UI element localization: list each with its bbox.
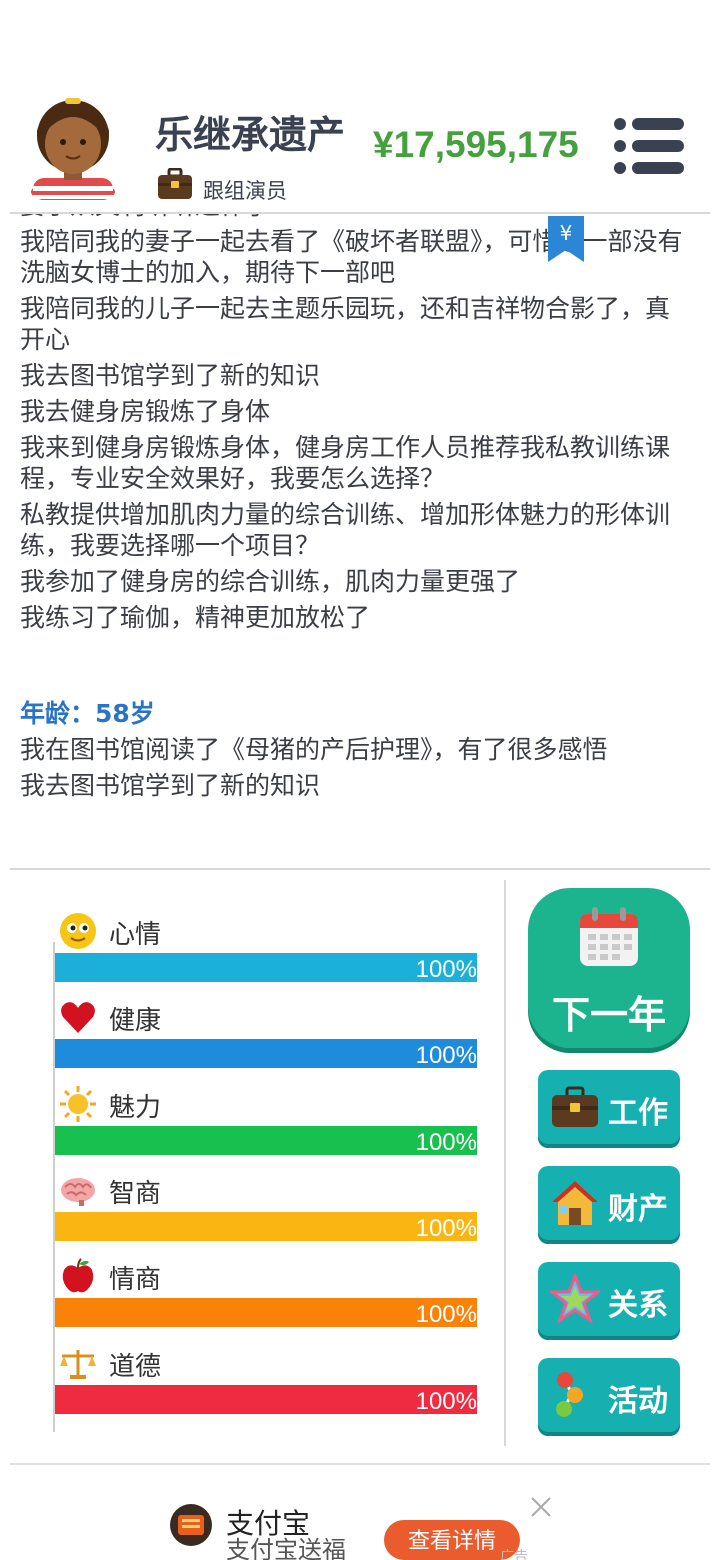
ad-subtitle: 支付宝送福 — [226, 1536, 346, 1560]
yen-bookmark-label: ¥ — [560, 221, 573, 245]
hamburger-icon — [614, 118, 684, 174]
property-label: 财产 — [608, 1192, 668, 1227]
stat-label: 道德 — [109, 1352, 162, 1382]
stat-charm: 魅力 100% — [55, 1085, 477, 1171]
log-line: 我去图书馆学到了新的知识 — [20, 361, 321, 390]
stat-label: 魅力 — [109, 1093, 162, 1123]
activity-button[interactable]: 活动 — [538, 1358, 680, 1432]
stat-bar-fill — [55, 1298, 477, 1327]
stat-percent: 100% — [415, 1042, 477, 1069]
ad-banner[interactable]: 支付宝 支付宝送福 查看详情 广告 — [0, 1466, 720, 1560]
sun-icon — [59, 1085, 97, 1123]
age-heading: 年龄：58岁 — [20, 699, 155, 728]
stat-label: 心情 — [109, 920, 162, 950]
relations-label: 关系 — [608, 1288, 668, 1323]
scale-icon — [59, 1344, 97, 1382]
log-line: 我在图书馆阅读了《母猪的产后护理》，有了很多感悟 — [20, 735, 608, 764]
log-line: 我来到健身房锻炼身体，健身房工作人员推荐我私教训练课程，专业安全效果好，我要怎么… — [20, 433, 671, 493]
money-balance: ¥17,595,175 — [373, 124, 579, 165]
vertical-divider — [504, 880, 506, 1446]
header-divider — [10, 212, 710, 214]
heart-icon — [59, 998, 97, 1036]
log-line: 我陪同我的儿子一起去主题乐园玩，还和吉祥物合影了，真开心 — [20, 294, 671, 354]
stat-bar-fill — [55, 1126, 477, 1155]
activity-label: 活动 — [608, 1384, 668, 1419]
log-line: 我去健身房锻炼了身体 — [20, 397, 271, 426]
close-icon[interactable] — [528, 1494, 554, 1520]
menu-button[interactable] — [612, 116, 686, 176]
player-name: 乐继承遗产 — [155, 113, 346, 157]
yen-bookmark-icon: ¥ — [548, 216, 584, 262]
next-year-button[interactable]: 下一年 — [528, 888, 690, 1048]
stat-percent: 100% — [415, 1129, 477, 1156]
stat-bar-fill — [55, 1212, 477, 1241]
stat-percent: 100% — [415, 956, 477, 983]
next-year-label: 下一年 — [551, 993, 666, 1037]
stat-label: 智商 — [109, 1179, 162, 1209]
property-button[interactable]: 财产 — [538, 1166, 680, 1240]
relations-button[interactable]: 关系 — [538, 1262, 680, 1336]
stat-percent: 100% — [415, 1388, 477, 1415]
stat-percent: 100% — [415, 1215, 477, 1242]
stat-label: 健康 — [109, 1006, 162, 1036]
briefcase-icon — [157, 167, 193, 200]
stat-iq: 智商 100% — [55, 1171, 477, 1257]
stat-percent: 100% — [415, 1301, 477, 1328]
activity-dots-icon — [550, 1370, 600, 1420]
player-header: 乐继承遗产 跟组演员 ¥17,595,175 — [0, 0, 720, 214]
log-line: 我陪同我的妻子一起去看了《破坏者联盟》，可惜这一部没有洗脑女博士的加入，期待下一… — [20, 227, 683, 287]
stat-mood: 心情 100% — [55, 912, 477, 998]
work-label: 工作 — [608, 1096, 668, 1131]
log-line: 我练习了瑜伽，精神更加放松了 — [20, 603, 371, 632]
briefcase-icon — [550, 1082, 600, 1132]
calendar-icon — [578, 906, 640, 968]
ad-logo — [170, 1504, 212, 1546]
house-icon — [550, 1178, 600, 1228]
event-log-content: 妻子从文利听听退休了 我陪同我的妻子一起去看了《破坏者联盟》，可惜这一部没有洗脑… — [20, 190, 690, 806]
stat-eq: 情商 100% — [55, 1257, 477, 1343]
ad-divider — [10, 1463, 710, 1465]
ad-tag: 广告 — [500, 1549, 528, 1560]
star-icon — [547, 1271, 603, 1324]
log-line: 我去图书馆学到了新的知识 — [20, 771, 321, 800]
stat-bar-fill — [55, 1385, 477, 1414]
log-line: 私教提供增加肌肉力量的综合训练、增加形体魅力的形体训练，我要选择哪一个项目？ — [20, 500, 671, 560]
job-label: 跟组演员 — [203, 179, 287, 203]
smiley-icon — [59, 912, 97, 950]
event-log[interactable]: 妻子从文利听听退休了 我陪同我的妻子一起去看了《破坏者联盟》，可惜这一部没有洗脑… — [0, 190, 720, 868]
brain-icon — [59, 1171, 97, 1209]
stat-health: 健康 100% — [55, 998, 477, 1084]
stat-bar-fill — [55, 953, 477, 982]
apple-icon — [59, 1257, 97, 1295]
work-button[interactable]: 工作 — [538, 1070, 680, 1144]
section-divider — [10, 868, 710, 870]
stat-label: 情商 — [109, 1265, 162, 1295]
log-spacer — [20, 638, 690, 698]
stat-bar-fill — [55, 1039, 477, 1068]
avatar[interactable] — [28, 92, 118, 204]
log-line: 我参加了健身房的综合训练，肌肉力量更强了 — [20, 567, 521, 596]
stat-morality: 道德 100% — [55, 1344, 477, 1430]
